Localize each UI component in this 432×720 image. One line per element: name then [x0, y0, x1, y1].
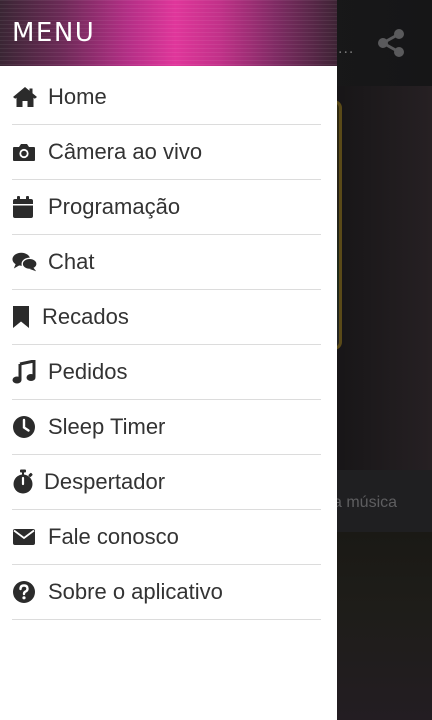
menu-item-contact[interactable]: Fale conosco [12, 510, 321, 565]
share-icon[interactable] [374, 26, 408, 60]
music-note-icon [12, 360, 38, 384]
drawer-title: MENU [12, 18, 96, 48]
bookmark-icon [12, 305, 32, 329]
chat-icon [12, 250, 38, 274]
menu-item-label: Sleep Timer [48, 414, 166, 439]
menu-item-chat[interactable]: Chat [12, 235, 321, 290]
menu-item-label: Sobre o aplicativo [48, 579, 223, 604]
menu-item-camera[interactable]: Câmera ao vivo [12, 125, 321, 180]
menu-item-about[interactable]: Sobre o aplicativo [12, 565, 321, 620]
menu-item-label: Pedidos [48, 359, 128, 384]
drawer-header: MENU [0, 0, 337, 66]
drawer-menu: Home Câmera ao vivo Programação Chat Rec… [0, 70, 337, 620]
envelope-icon [12, 525, 38, 549]
menu-item-label: Recados [42, 304, 129, 329]
home-icon [12, 85, 38, 109]
menu-item-label: Câmera ao vivo [48, 139, 203, 164]
menu-item-label: Programação [48, 194, 181, 219]
menu-item-schedule[interactable]: Programação [12, 180, 321, 235]
menu-item-label: Chat [48, 249, 95, 274]
menu-item-label: Fale conosco [48, 524, 179, 549]
header-overflow-dots: ... [338, 40, 355, 57]
now-playing-text: a música [333, 494, 398, 511]
menu-item-messages[interactable]: Recados [12, 290, 321, 345]
menu-item-alarm[interactable]: Despertador [12, 455, 321, 510]
menu-item-label: Home [48, 84, 107, 109]
navigation-drawer: MENU Home Câmera ao vivo Programação Cha… [0, 0, 337, 720]
menu-item-label: Despertador [44, 469, 166, 494]
menu-item-requests[interactable]: Pedidos [12, 345, 321, 400]
camera-icon [12, 140, 38, 164]
menu-item-home[interactable]: Home [12, 70, 321, 125]
menu-item-sleep-timer[interactable]: Sleep Timer [12, 400, 321, 455]
question-icon [12, 580, 38, 604]
stopwatch-icon [12, 469, 34, 494]
calendar-icon [12, 195, 38, 219]
clock-icon [12, 415, 38, 439]
lower-panel [337, 532, 432, 720]
